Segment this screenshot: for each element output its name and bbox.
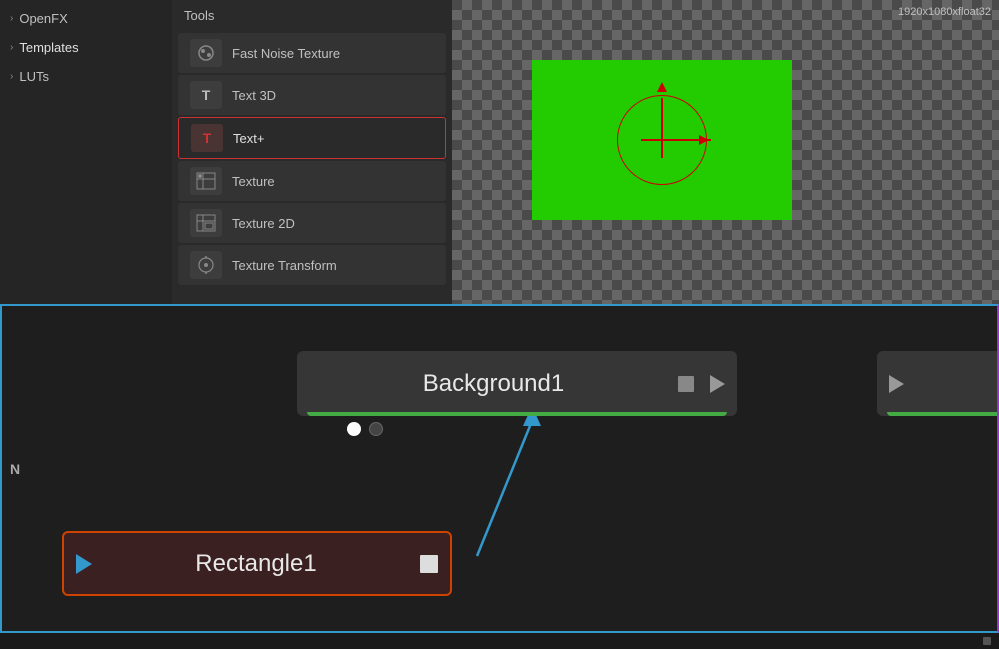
node-play-button[interactable] (710, 375, 725, 393)
tool-text-3d[interactable]: T Text 3D (178, 75, 446, 115)
node-output-connector[interactable] (678, 376, 694, 392)
tool-text-plus[interactable]: T Text+ (178, 117, 446, 159)
arrow-icon: › (10, 71, 13, 82)
preview-resolution: 1920x1080xfloat32 (898, 6, 991, 18)
arrow-icon: › (10, 42, 13, 53)
tool-fast-noise-texture[interactable]: Fast Noise Texture (178, 33, 446, 73)
preview-green-rect (532, 60, 792, 220)
tools-header: Tools (172, 0, 452, 31)
node-graph: N Background1 Rectan (0, 304, 999, 633)
arrow-right (699, 135, 709, 145)
node-partial-play[interactable] (889, 375, 904, 393)
sidebar-item-templates[interactable]: › Templates (0, 33, 172, 62)
sidebar-item-openfx[interactable]: › OpenFX (0, 4, 172, 33)
crosshair-v (661, 98, 663, 158)
arrow-icon: › (10, 13, 13, 24)
node-graph-label: N (10, 461, 20, 477)
tools-panel: Tools Fast Noise Texture T Text 3D T Tex… (172, 0, 452, 304)
bottom-indicator (983, 637, 991, 645)
preview-area: 1920x1080xfloat32 (452, 0, 999, 304)
text-3d-icon: T (190, 81, 222, 109)
text-plus-icon: T (191, 124, 223, 152)
fast-noise-texture-icon (190, 39, 222, 67)
node-rectangle1[interactable]: Rectangle1 (62, 531, 452, 596)
sidebar-item-luts[interactable]: › LUTs (0, 62, 172, 91)
dot-dark[interactable] (369, 422, 383, 436)
rect-output-connector[interactable] (420, 555, 438, 573)
bottom-bar (0, 633, 999, 649)
texture-transform-icon (190, 251, 222, 279)
node-partial-footer (887, 412, 997, 416)
dot-white[interactable] (347, 422, 361, 436)
sidebar: › OpenFX › Templates › LUTs (0, 0, 172, 304)
tool-texture-2d[interactable]: Texture 2D (178, 203, 446, 243)
rect-play-left[interactable] (76, 554, 92, 574)
tool-texture-transform[interactable]: Texture Transform (178, 245, 446, 285)
node-footer-bar (307, 412, 727, 416)
node-graph-inner: N Background1 Rectan (2, 306, 997, 631)
tool-texture[interactable]: Texture (178, 161, 446, 201)
texture-2d-icon (190, 209, 222, 237)
arrow-up (657, 82, 667, 92)
node-dot-group (347, 422, 383, 436)
top-area: › OpenFX › Templates › LUTs Tools Fast N… (0, 0, 999, 304)
texture-icon (190, 167, 222, 195)
node-background1[interactable]: Background1 (297, 351, 737, 416)
node-partial-right[interactable] (877, 351, 997, 416)
